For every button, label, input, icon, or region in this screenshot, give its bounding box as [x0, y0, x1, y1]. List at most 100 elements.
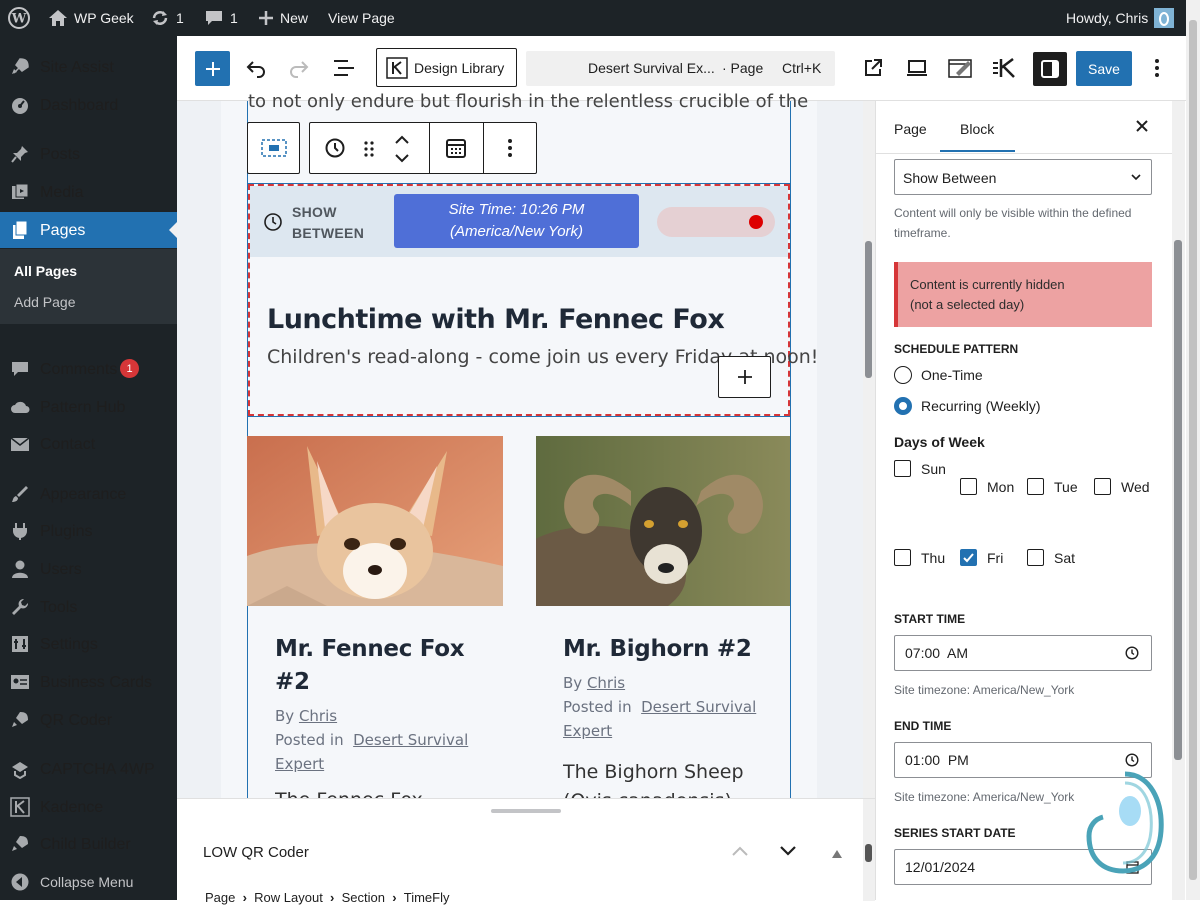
visibility-mode-select[interactable]: Show Between — [894, 159, 1152, 195]
fennec-fox-image[interactable] — [247, 436, 503, 606]
day-checkbox-thu[interactable]: Thu — [894, 549, 945, 566]
breadcrumb-item[interactable]: TimeFly — [404, 890, 450, 905]
sidebar-item-business-cards[interactable]: Business Cards — [0, 664, 177, 700]
timefly-block[interactable]: SHOW BETWEEN Site Time: 10:26 PM (Americ… — [247, 183, 818, 417]
tab-page[interactable]: Page — [894, 121, 927, 137]
day-checkbox-wed[interactable]: Wed — [1094, 478, 1150, 495]
bighorn-sheep-image[interactable] — [536, 436, 790, 606]
design-library-button[interactable]: Design Library — [376, 48, 517, 87]
new-content-link[interactable]: New — [258, 0, 308, 36]
more-options-icon[interactable] — [507, 138, 513, 163]
sidebar-item-pattern-hub[interactable]: Pattern Hub — [0, 389, 177, 425]
chevron-down-icon[interactable] — [780, 843, 796, 861]
kadence-controls-button[interactable] — [989, 52, 1021, 84]
card-title[interactable]: Mr. Fennec Fox #2 — [275, 633, 465, 699]
preview-button[interactable] — [901, 52, 933, 84]
calendar-icon[interactable] — [445, 137, 467, 164]
resize-handle[interactable] — [491, 809, 561, 813]
card-excerpt: The Bighorn Sheep(Ovis canadensis) — [563, 761, 744, 798]
sidebar-item-plugins[interactable]: Plugins — [0, 513, 177, 549]
event-heading[interactable]: Lunchtime with Mr. Fennec Fox — [267, 304, 725, 335]
comment-icon — [12, 362, 28, 376]
move-up-icon[interactable] — [394, 133, 410, 151]
canvas-scroll-thumb[interactable] — [865, 241, 872, 378]
breadcrumb-item[interactable]: Page — [205, 890, 235, 905]
day-checkbox-tue[interactable]: Tue — [1027, 478, 1078, 495]
day-checkbox-fri[interactable]: Fri — [960, 549, 1003, 566]
sidebar-item-child-builder[interactable]: Child Builder — [0, 826, 177, 862]
block-inserter-button[interactable] — [195, 51, 230, 86]
paragraph-cut-off[interactable]: to not only endure but flourish in the r… — [248, 91, 808, 112]
sidebar-item-appearance[interactable]: Appearance — [0, 476, 177, 512]
breadcrumb-item[interactable]: Row Layout — [254, 890, 323, 905]
sidebar-item-kadence[interactable]: Kadence — [0, 789, 177, 825]
day-checkbox-sat[interactable]: Sat — [1027, 549, 1075, 566]
sidebar-item-settings[interactable]: Settings — [0, 626, 177, 662]
sidebar-item-comments[interactable]: Comments 1 — [0, 351, 177, 387]
category-link-cont[interactable]: Expert — [563, 722, 612, 740]
sidebar-item-site-assist[interactable]: Site Assist — [0, 49, 177, 85]
category-link[interactable]: Desert Survival — [353, 731, 468, 749]
panel-scrollbar[interactable] — [863, 799, 875, 901]
settings-scroll-thumb[interactable] — [1174, 240, 1182, 760]
author-link[interactable]: Chris — [587, 674, 625, 692]
edit-template-button[interactable] — [945, 52, 977, 84]
drag-handle-icon[interactable] — [363, 139, 375, 164]
comments-count: 1 — [230, 10, 238, 26]
help-widget-icon[interactable] — [1085, 771, 1165, 880]
updates-link[interactable]: 1 — [150, 0, 184, 36]
end-time-label: END TIME — [894, 719, 952, 733]
close-icon[interactable] — [1135, 119, 1149, 138]
breadcrumb-item[interactable]: Section — [342, 890, 385, 905]
sidebar-item-qr-coder[interactable]: QR Coder — [0, 702, 177, 738]
panel-title[interactable]: LOW QR Coder — [203, 844, 309, 861]
wordpress-logo-icon[interactable]: W — [8, 0, 30, 36]
visibility-toggle[interactable] — [657, 207, 775, 237]
my-account[interactable]: Howdy, Chris — [1066, 0, 1175, 36]
clock-icon[interactable] — [324, 137, 346, 164]
sidebar-item-tools[interactable]: Tools — [0, 589, 177, 625]
save-button[interactable]: Save — [1076, 51, 1132, 86]
view-page-link[interactable]: View Page — [328, 0, 395, 36]
tab-block[interactable]: Block — [940, 121, 1016, 152]
move-down-icon[interactable] — [394, 151, 410, 169]
sidebar-item-posts[interactable]: Posts — [0, 136, 177, 172]
view-page-button[interactable] — [857, 52, 889, 84]
sidebar-item-contact[interactable]: Contact — [0, 426, 177, 462]
author-link[interactable]: Chris — [299, 707, 337, 725]
block-parent-selector[interactable] — [247, 122, 300, 174]
sidebar-item-dashboard[interactable]: Dashboard — [0, 87, 177, 123]
sidebar-item-collapse-menu[interactable]: Collapse Menu — [0, 864, 177, 900]
redo-button[interactable] — [283, 52, 315, 84]
block-toolbar — [309, 122, 537, 174]
sidebar-item-captcha-4wp[interactable]: CAPTCHA 4WP — [0, 751, 177, 787]
day-checkbox-sun[interactable]: Sun — [894, 460, 946, 477]
settings-sidebar-toggle[interactable] — [1033, 52, 1067, 86]
start-time-input[interactable]: 07:00 AM — [894, 635, 1152, 671]
triangle-up-icon[interactable] — [832, 845, 842, 863]
days-of-week-label: Days of Week — [894, 434, 985, 450]
card-title[interactable]: Mr. Bighorn #2 — [563, 633, 752, 666]
window-scroll-thumb[interactable] — [1189, 20, 1197, 880]
submenu-add-page[interactable]: Add Page — [14, 294, 76, 310]
add-block-button[interactable] — [718, 356, 771, 398]
comments-link[interactable]: 1 — [204, 0, 238, 36]
day-checkbox-mon[interactable]: Mon — [960, 478, 1014, 495]
undo-button[interactable] — [240, 52, 272, 84]
site-name-link[interactable]: WP Geek — [48, 0, 134, 36]
sidebar-item-pages[interactable]: Pages — [0, 212, 177, 248]
category-link[interactable]: Desert Survival — [641, 698, 756, 716]
sidebar-item-media[interactable]: Media — [0, 174, 177, 210]
chevron-up-icon[interactable] — [732, 843, 748, 861]
start-timezone-text: Site timezone: America/New_York — [894, 683, 1075, 697]
radio-recurring-weekly[interactable]: Recurring (Weekly) — [894, 397, 1041, 415]
category-link-cont[interactable]: Expert — [275, 755, 324, 773]
radio-one-time[interactable]: One-Time — [894, 366, 983, 384]
command-palette-bar[interactable]: Desert Survival Ex... · Page Ctrl+K — [526, 51, 835, 86]
plus-icon — [205, 61, 220, 76]
options-menu-button[interactable] — [1141, 52, 1173, 84]
canvas-scrollbar[interactable] — [863, 101, 875, 798]
submenu-all-pages[interactable]: All Pages — [14, 263, 77, 279]
sidebar-item-users[interactable]: Users — [0, 551, 177, 587]
document-overview-button[interactable] — [328, 52, 360, 84]
